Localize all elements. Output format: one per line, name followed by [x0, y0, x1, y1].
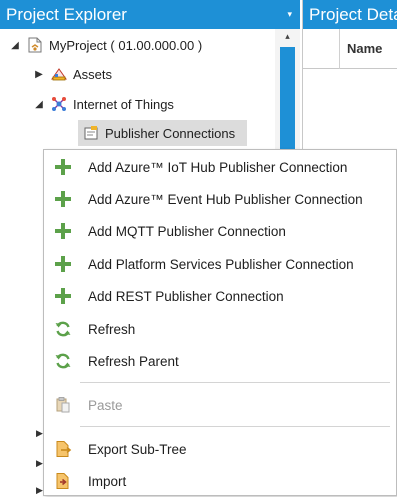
menu-separator — [80, 426, 390, 427]
menu-item-add-event-hub-publisher[interactable]: Add Azure™ Event Hub Publisher Connectio… — [44, 183, 396, 215]
import-icon — [56, 473, 69, 489]
refresh-icon — [55, 321, 71, 337]
menu-item-import[interactable]: Import — [44, 465, 396, 497]
menu-item-label: Add Platform Services Publisher Connecti… — [88, 256, 354, 272]
paste-icon — [56, 397, 70, 413]
panel-menu-dropdown-icon[interactable]: ▾ — [287, 0, 292, 29]
plus-icon — [54, 255, 72, 273]
menu-item-add-platform-services-publisher[interactable]: Add Platform Services Publisher Connecti… — [44, 248, 396, 280]
tree-item-internet-of-things[interactable]: ◢ Internet of Things — [32, 91, 174, 117]
menu-item-refresh-parent[interactable]: Refresh Parent — [44, 345, 396, 377]
expand-arrow-icon[interactable]: ▶ — [36, 485, 43, 496]
iot-network-icon — [52, 97, 66, 111]
menu-item-refresh[interactable]: Refresh — [44, 313, 396, 345]
scroll-up-arrow-icon[interactable]: ▴ — [275, 31, 300, 42]
collapse-arrow-icon[interactable]: ◢ — [8, 40, 22, 51]
plus-icon — [54, 190, 72, 208]
menu-item-label: Import — [88, 473, 127, 489]
project-icon — [28, 37, 42, 53]
menu-item-add-iot-hub-publisher[interactable]: Add Azure™ IoT Hub Publisher Connection — [44, 151, 396, 183]
plus-icon — [54, 287, 72, 305]
export-icon — [56, 441, 72, 457]
menu-item-label: Refresh — [88, 321, 136, 337]
column-divider[interactable] — [339, 29, 340, 69]
expand-arrow-icon[interactable]: ▶ — [36, 458, 43, 469]
project-explorer-header: Project Explorer ▾ — [0, 0, 300, 29]
menu-item-label: Refresh Parent — [88, 353, 179, 369]
tree-label-assets: Assets — [73, 66, 113, 82]
project-details-title: Project Details — [309, 5, 397, 24]
tree-label-internet-of-things: Internet of Things — [73, 96, 174, 112]
menu-item-label: Add REST Publisher Connection — [88, 288, 284, 304]
menu-separator — [80, 382, 390, 383]
collapse-arrow-icon[interactable]: ◢ — [32, 99, 46, 110]
menu-item-label: Paste — [88, 397, 123, 413]
assets-icon — [51, 68, 67, 81]
tree-label-publisher-connections: Publisher Connections — [105, 125, 236, 141]
menu-item-export-sub-tree[interactable]: Export Sub-Tree — [44, 433, 396, 465]
menu-item-label: Export Sub-Tree — [88, 441, 187, 457]
context-menu: Add Azure™ IoT Hub Publisher Connection … — [43, 149, 397, 496]
menu-item-add-mqtt-publisher[interactable]: Add MQTT Publisher Connection — [44, 215, 396, 247]
menu-item-add-rest-publisher[interactable]: Add REST Publisher Connection — [44, 280, 396, 312]
tree-item-assets[interactable]: ▶ Assets — [32, 61, 112, 87]
project-explorer-title: Project Explorer — [6, 5, 127, 24]
project-details-header: Project Details — [303, 0, 397, 29]
tree-label-project: MyProject ( 01.00.000.00 ) — [49, 37, 203, 53]
refresh-icon — [55, 353, 71, 369]
tree-item-publisher-connections[interactable]: Publisher Connections — [78, 120, 248, 146]
plus-icon — [54, 158, 72, 176]
expand-arrow-icon[interactable]: ▶ — [36, 428, 43, 439]
plus-icon — [54, 222, 72, 240]
menu-item-paste[interactable]: Paste — [44, 389, 396, 421]
menu-item-label: Add Azure™ IoT Hub Publisher Connection — [88, 159, 348, 175]
menu-item-label: Add Azure™ Event Hub Publisher Connectio… — [88, 191, 363, 207]
details-column-header-row: Name — [303, 29, 397, 69]
publisher-connections-icon — [84, 126, 98, 140]
column-header-name[interactable]: Name — [347, 41, 382, 56]
tree-item-project[interactable]: ◢ MyProject ( 01.00.000.00 ) — [8, 32, 202, 58]
menu-item-label: Add MQTT Publisher Connection — [88, 223, 286, 239]
expand-arrow-icon[interactable]: ▶ — [32, 69, 46, 80]
